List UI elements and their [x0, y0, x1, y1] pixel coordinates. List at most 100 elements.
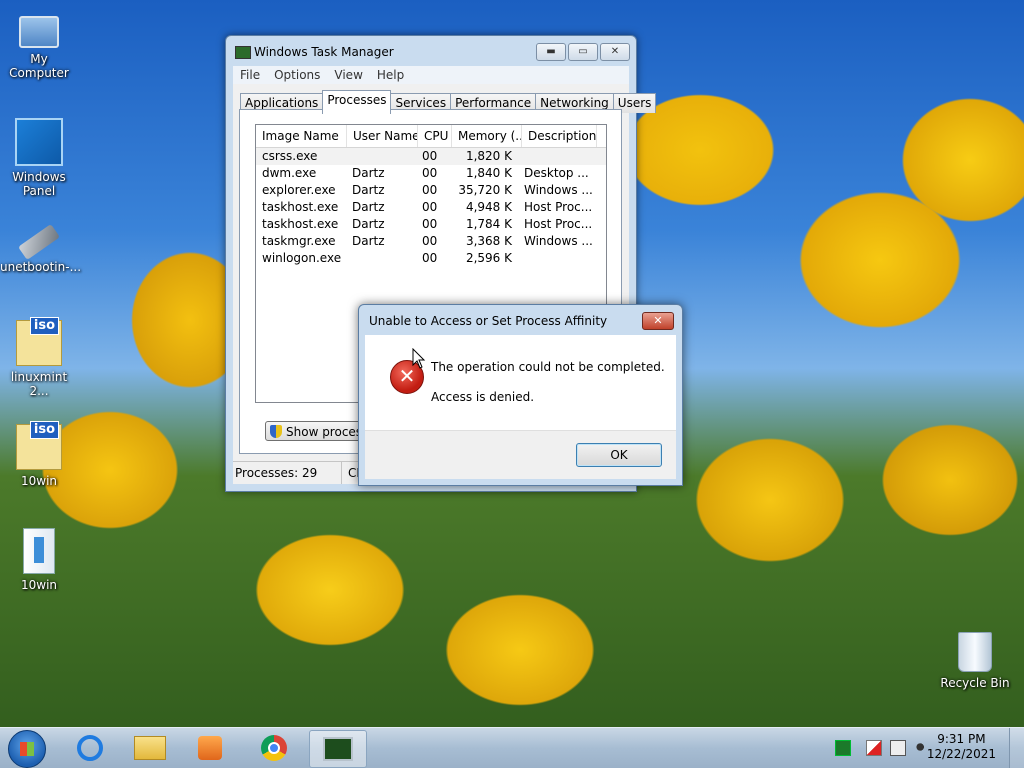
table-row[interactable]: taskmgr.exe Dartz 00 3,368 K Windows ... — [256, 233, 606, 250]
dialog-detail: Access is denied. — [431, 390, 535, 404]
computer-icon — [19, 16, 59, 48]
menu-options[interactable]: Options — [267, 66, 327, 84]
table-row[interactable]: taskhost.exe Dartz 00 4,948 K Host Proc.… — [256, 199, 606, 216]
dialog-footer: OK — [365, 430, 676, 479]
close-button[interactable]: ✕ — [600, 43, 630, 61]
cell-user-name: Dartz — [352, 217, 385, 231]
cell-description: Windows ... — [524, 234, 592, 248]
file-explorer-icon — [134, 736, 166, 760]
taskbar-file-explorer[interactable] — [122, 730, 178, 766]
cell-image-name: taskhost.exe — [262, 217, 339, 231]
error-dialog[interactable]: Unable to Access or Set Process Affinity… — [358, 304, 683, 486]
desktop-icon-my-computer[interactable]: My Computer — [0, 10, 78, 80]
dialog-title: Unable to Access or Set Process Affinity — [369, 314, 608, 328]
taskbar-internet-explorer[interactable] — [62, 730, 118, 766]
cell-cpu: 00 — [422, 200, 438, 214]
ok-button[interactable]: OK — [576, 443, 662, 467]
menu-help[interactable]: Help — [370, 66, 411, 84]
minimize-button[interactable]: ▬ — [536, 43, 566, 61]
internet-explorer-icon — [77, 735, 103, 761]
task-manager-icon — [323, 737, 353, 761]
desktop-icon-label: unetbootin-... — [0, 260, 82, 274]
desktop-icon-windows-panel[interactable]: Windows Panel — [0, 118, 78, 198]
network-icon[interactable] — [890, 740, 906, 756]
table-row[interactable]: dwm.exe Dartz 00 1,840 K Desktop ... — [256, 165, 606, 182]
cell-cpu: 00 — [422, 234, 438, 248]
taskbar: 9:31 PM 12/22/2021 — [0, 727, 1024, 768]
usb-drive-icon — [18, 223, 60, 261]
menu-file[interactable]: File — [233, 66, 267, 84]
cell-memory: 1,784 K — [465, 217, 512, 231]
cell-user-name: Dartz — [352, 200, 385, 214]
cell-memory: 1,820 K — [465, 149, 512, 163]
cell-memory: 4,948 K — [465, 200, 512, 214]
window-title: Windows Task Manager — [254, 45, 394, 59]
column-user-name[interactable]: User Name — [347, 125, 418, 147]
action-center-flag-icon[interactable] — [866, 740, 882, 756]
desktop-icon-label: 10win — [20, 578, 58, 592]
start-button[interactable] — [8, 730, 46, 768]
desktop-icon-unetbootin[interactable]: unetbootin-... — [0, 220, 82, 274]
uac-shield-icon — [270, 425, 282, 438]
windows-panel-icon — [15, 118, 63, 166]
clock-time: 9:31 PM — [937, 732, 986, 746]
task-manager-icon — [235, 46, 251, 59]
desktop-icon-label: My Computer — [9, 52, 69, 80]
title-bar[interactable]: Windows Task Manager ▬ ▭ ✕ — [226, 36, 636, 66]
status-processes: Processes: 29 — [235, 466, 318, 480]
clock-date: 12/22/2021 — [926, 747, 996, 761]
show-desktop-button[interactable] — [1009, 728, 1024, 768]
column-description[interactable]: Description — [522, 125, 597, 147]
cell-description: Host Proc... — [524, 200, 592, 214]
cell-cpu: 00 — [422, 251, 438, 265]
desktop-icon-recycle-bin[interactable]: Recycle Bin — [936, 632, 1014, 690]
menu-bar: File Options View Help — [233, 66, 629, 84]
cell-memory: 1,840 K — [465, 166, 512, 180]
table-row[interactable]: explorer.exe Dartz 00 35,720 K Windows .… — [256, 182, 606, 199]
cell-cpu: 00 — [422, 183, 438, 197]
cell-user-name: Dartz — [352, 183, 385, 197]
taskbar-chrome[interactable] — [246, 730, 302, 766]
process-rows: csrss.exe 00 1,820 K dwm.exe Dartz 00 1,… — [256, 148, 606, 267]
desktop-icon-linuxmint[interactable]: linuxmint 2... — [0, 317, 78, 398]
menu-view[interactable]: View — [327, 66, 369, 84]
table-row[interactable]: csrss.exe 00 1,820 K — [256, 148, 606, 165]
dialog-message: The operation could not be completed. — [431, 360, 665, 374]
column-memory[interactable]: Memory (... — [452, 125, 522, 147]
dialog-close-button[interactable]: ✕ — [642, 312, 674, 330]
desktop-icon-label: Windows Panel — [12, 170, 66, 198]
cell-user-name: Dartz — [352, 166, 385, 180]
cell-description — [518, 250, 592, 267]
cell-memory: 3,368 K — [465, 234, 512, 248]
desktop-icon-10win-iso[interactable]: 10win — [0, 421, 78, 488]
cell-user-name: Dartz — [352, 234, 385, 248]
cell-cpu: 00 — [422, 166, 438, 180]
table-row[interactable]: winlogon.exe 00 2,596 K — [256, 250, 606, 267]
list-header: Image Name User Name CPU Memory (... Des… — [256, 125, 606, 148]
table-row[interactable]: taskhost.exe Dartz 00 1,784 K Host Proc.… — [256, 216, 606, 233]
clock[interactable]: 9:31 PM 12/22/2021 — [927, 732, 996, 762]
iso-file-icon — [16, 317, 62, 366]
desktop-icon-label: 10win — [20, 474, 58, 488]
cell-description: Desktop ... — [524, 166, 589, 180]
desktop-icon-10win-folder[interactable]: 10win — [0, 528, 78, 592]
cell-memory: 2,596 K — [465, 251, 512, 265]
cell-description: Host Proc... — [524, 217, 592, 231]
cell-cpu: 00 — [422, 149, 438, 163]
tab-processes[interactable]: Processes — [322, 90, 392, 114]
cell-user-name — [346, 250, 416, 267]
tray-app-icon[interactable] — [835, 740, 851, 756]
taskbar-media-player[interactable] — [182, 730, 238, 766]
iso-file-icon — [16, 421, 62, 470]
taskbar-task-manager[interactable] — [309, 730, 367, 768]
maximize-button[interactable]: ▭ — [568, 43, 598, 61]
desktop-icon-label: linuxmint 2... — [10, 370, 68, 398]
cell-memory: 35,720 K — [458, 183, 512, 197]
cell-image-name: winlogon.exe — [262, 251, 342, 265]
book-folder-icon — [23, 528, 55, 574]
column-cpu[interactable]: CPU — [418, 125, 452, 147]
chrome-icon — [261, 735, 287, 761]
column-image-name[interactable]: Image Name — [256, 125, 347, 147]
desktop-icon-label: Recycle Bin — [940, 676, 1010, 690]
cell-description — [518, 148, 592, 165]
